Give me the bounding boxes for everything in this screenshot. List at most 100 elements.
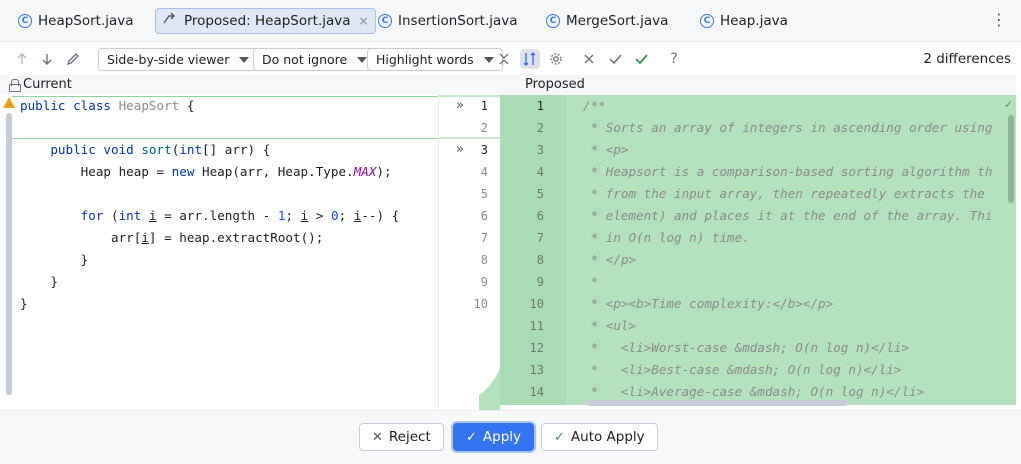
line-number: 9	[536, 275, 544, 289]
reject-label: Reject	[388, 429, 431, 445]
merge-icon	[162, 12, 178, 30]
keyword: new	[171, 164, 195, 179]
tab-heap[interactable]: C Heap.java	[694, 8, 794, 34]
lock-icon	[9, 79, 21, 92]
comment-line: * </p>	[583, 252, 637, 267]
editor-tab-bar: C HeapSort.java Proposed: HeapSort.java …	[0, 0, 1021, 42]
tab-proposed-heapsort[interactable]: Proposed: HeapSort.java ×	[155, 8, 376, 34]
apply-label: Apply	[482, 429, 522, 445]
tab-label: Heap.java	[720, 13, 788, 29]
ignore-mode-label: Do not ignore	[262, 52, 348, 67]
close-icon: ✕	[372, 429, 383, 445]
comment-line: * Heapsort is a comparison-based sorting…	[583, 164, 993, 179]
viewer-mode-label: Side-by-side viewer	[107, 52, 230, 67]
ignore-mode-dropdown[interactable]: Do not ignore	[253, 48, 377, 71]
diff-toolbar: Side-by-side viewer Do not ignore Highli…	[0, 43, 1021, 75]
line-number: 7	[480, 231, 488, 245]
code-line: public class HeapSort {	[20, 98, 195, 113]
code-line: }	[20, 274, 58, 289]
number-literal: 0	[330, 208, 339, 223]
auto-apply-label: Auto Apply	[570, 429, 645, 445]
line-number: 13	[529, 363, 544, 377]
keyword: for	[80, 208, 104, 223]
accept-icon[interactable]	[605, 49, 625, 69]
comment-line: * <li>Worst-case &mdash; O(n log n)</li>	[583, 340, 910, 355]
line-number: 11	[529, 319, 544, 333]
sync-scroll-icon[interactable]	[520, 49, 540, 69]
line-number: 4	[536, 165, 544, 179]
comment-line: * <li>Best-case &mdash; O(n log n)</li>	[583, 362, 902, 377]
proposed-pane-title: Proposed	[525, 77, 585, 92]
tab-label: Proposed: HeapSort.java	[184, 13, 351, 29]
help-icon[interactable]: ?	[664, 49, 684, 69]
line-number: 10	[473, 297, 488, 311]
keyword: int	[179, 142, 203, 157]
collapse-unchanged-icon[interactable]	[494, 49, 514, 69]
reject-button[interactable]: ✕ Reject	[359, 423, 444, 451]
line-number: 10	[529, 297, 544, 311]
chevron-down-icon	[483, 56, 494, 63]
horizontal-scrollbar[interactable]	[586, 400, 848, 406]
line-number: 7	[536, 231, 544, 245]
class-icon: C	[378, 14, 392, 28]
tab-label: InsertionSort.java	[398, 13, 518, 29]
line-number: 8	[536, 253, 544, 267]
class-icon: C	[546, 14, 560, 28]
vertical-scrollbar[interactable]	[1008, 115, 1014, 203]
keyword: int	[118, 208, 142, 223]
vertical-scrollbar[interactable]	[6, 113, 12, 395]
tab-heapsort[interactable]: C HeapSort.java	[12, 8, 140, 34]
line-number: 12	[529, 341, 544, 355]
tab-mergesort[interactable]: C MergeSort.java	[540, 8, 674, 34]
line-number: 6	[480, 209, 488, 223]
comment-line: * <p><b>Time complexity:</b></p>	[583, 296, 834, 311]
proposed-code-editor[interactable]: 1 2 3 4 5 6 7 8 9 10 11 12 13 14 /** * S…	[500, 95, 1016, 410]
action-bar: ✕ Reject ✓ Apply ✓ Auto Apply	[0, 410, 1021, 464]
highlight-mode-dropdown[interactable]: Highlight words	[367, 48, 503, 71]
gear-icon[interactable]	[546, 49, 566, 69]
class-icon: C	[18, 14, 32, 28]
comment-line: * <p>	[583, 142, 629, 157]
line-number: 2	[536, 121, 544, 135]
line-number: 14	[529, 385, 544, 399]
enum-constant: MAX	[353, 164, 377, 179]
line-number: 2	[480, 121, 488, 135]
close-icon[interactable]: ×	[359, 14, 369, 28]
line-number: 8	[480, 253, 488, 267]
code-line: }	[20, 252, 89, 267]
tab-label: MergeSort.java	[566, 13, 669, 29]
checkmark-icon: ✓	[466, 429, 477, 445]
comment-line: * element) and places it at the end of t…	[583, 208, 993, 223]
tab-insertionsort[interactable]: C InsertionSort.java	[372, 8, 524, 34]
diff-gutter: » » 1 2 3 4 5 6 7 8 9 10	[438, 95, 500, 410]
previous-difference-icon[interactable]	[12, 49, 32, 69]
apply-button[interactable]: ✓ Apply	[453, 423, 535, 451]
method-name: sort	[141, 142, 172, 157]
edit-icon[interactable]	[63, 49, 83, 69]
class-name: HeapSort	[118, 98, 180, 113]
comment-line: *	[583, 274, 599, 289]
comment-line: * Sorts an array of integers in ascendin…	[583, 120, 993, 135]
accept-all-icon[interactable]	[631, 49, 651, 69]
auto-apply-button[interactable]: ✓ Auto Apply	[541, 423, 658, 451]
chevron-down-icon	[357, 56, 368, 63]
code-line: public void sort(int[] arr) {	[50, 142, 271, 157]
line-number: 5	[480, 187, 488, 201]
next-difference-icon[interactable]	[37, 49, 57, 69]
comment-line: * in O(n log n) time.	[583, 230, 750, 245]
current-pane-title: Current	[9, 77, 72, 92]
window-edge	[1016, 43, 1021, 410]
tab-label: HeapSort.java	[38, 13, 134, 29]
comment-line: * from the input array, then repeatedly …	[583, 186, 985, 201]
current-code-editor[interactable]: public class HeapSort { public void sort…	[0, 95, 438, 410]
reject-all-icon[interactable]	[579, 49, 599, 69]
highlight-mode-label: Highlight words	[376, 52, 474, 67]
line-number: 9	[480, 275, 488, 289]
keyword: public class	[20, 98, 111, 113]
more-options-icon[interactable]: ⋮	[991, 10, 1007, 30]
class-icon: C	[700, 14, 714, 28]
comment-line: /**	[583, 98, 606, 113]
code-line: for (int i = arr.length - 1; i > 0; i--)…	[80, 208, 400, 223]
line-number: 3	[536, 143, 544, 157]
viewer-mode-dropdown[interactable]: Side-by-side viewer	[98, 48, 259, 71]
